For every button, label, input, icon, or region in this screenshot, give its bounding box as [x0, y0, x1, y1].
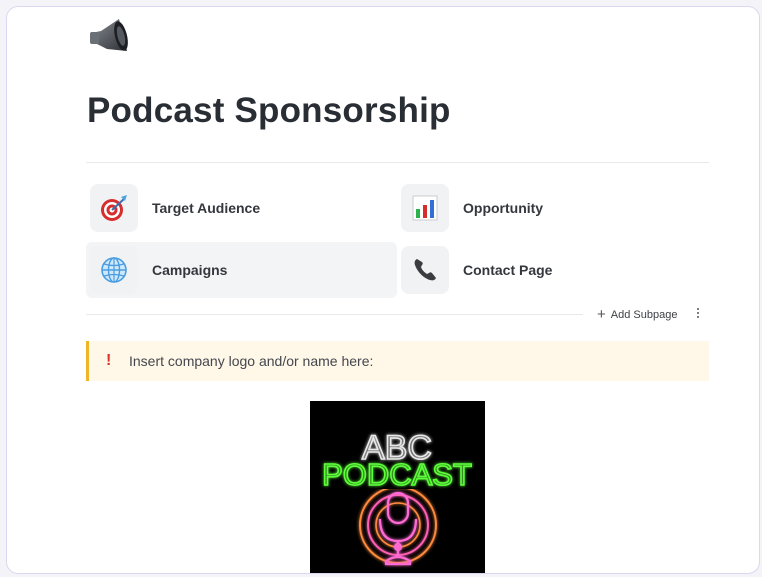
subpage-label: Contact Page — [463, 262, 553, 278]
speaker-icon[interactable] — [87, 15, 131, 59]
page-card: Podcast Sponsorship Target Audience Oppo… — [6, 6, 760, 574]
callout-text: Insert company logo and/or name here: — [129, 353, 374, 369]
add-subpage-label: Add Subpage — [610, 309, 678, 321]
subpage-label: Target Audience — [152, 200, 261, 216]
globe-icon — [90, 246, 138, 294]
vertical-dots-icon[interactable] — [691, 306, 705, 324]
telephone-icon — [401, 246, 449, 294]
page-title[interactable]: Podcast Sponsorship — [87, 91, 451, 131]
exclamation-icon: ! — [106, 352, 112, 369]
bar-chart-icon — [401, 184, 449, 232]
podcast-logo-image[interactable]: ABC PODCAST — [310, 401, 485, 573]
divider — [86, 314, 583, 315]
subpage-target-audience[interactable]: Target Audience — [86, 180, 397, 236]
callout-block[interactable]: ! Insert company logo and/or name here: — [86, 341, 709, 381]
logo-line2-text: PODCAST — [322, 457, 472, 492]
subpage-contact-page[interactable]: Contact Page — [397, 242, 708, 298]
plus-icon: + — [597, 306, 606, 323]
subpage-opportunity[interactable]: Opportunity — [397, 180, 708, 236]
subpage-label: Campaigns — [152, 262, 228, 278]
subpage-campaigns[interactable]: Campaigns — [86, 242, 397, 298]
subpage-label: Opportunity — [463, 200, 544, 216]
add-subpage-button[interactable]: + Add Subpage — [597, 307, 677, 323]
target-dart-icon — [90, 184, 138, 232]
divider — [86, 162, 709, 163]
